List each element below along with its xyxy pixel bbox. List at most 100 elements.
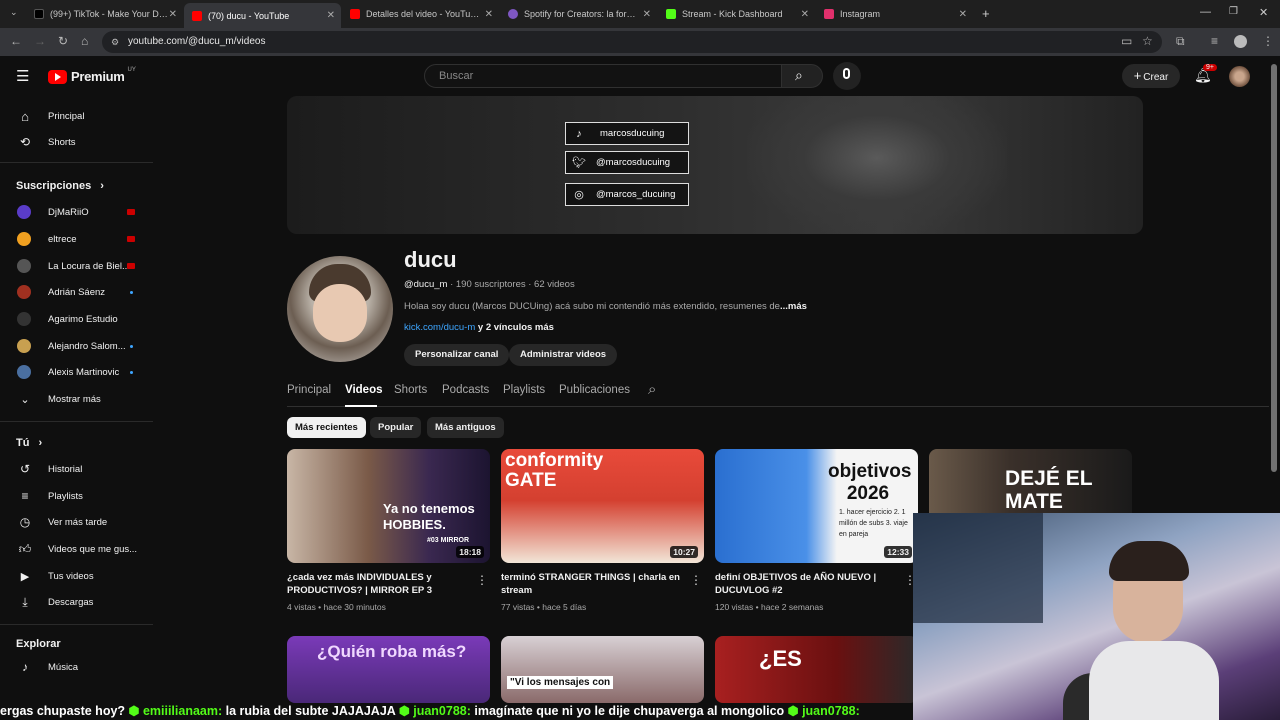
sidebar-item-ver-mas-tarde[interactable]: ◷ Ver más tarde xyxy=(0,509,155,535)
search-button[interactable]: ⌕ xyxy=(781,64,823,88)
watch-later-icon: ◷ xyxy=(19,515,31,529)
close-icon[interactable]: ✕ xyxy=(801,9,809,20)
home-browser-icon[interactable]: ⌂ xyxy=(81,34,88,48)
sidebar-sub-agarimo[interactable]: Agarimo Estudio xyxy=(0,306,155,332)
sidebar-item-descargas[interactable]: ⤓ Descargas xyxy=(0,589,155,615)
video-title[interactable]: ¿cada vez más INDIVIDUALES y PRODUCTIVOS… xyxy=(287,571,472,597)
sidebar-sub-alejandro[interactable]: Alejandro Salom... xyxy=(0,333,155,359)
minimize-icon[interactable]: — xyxy=(1200,6,1211,18)
close-icon[interactable]: ✕ xyxy=(485,9,493,20)
channel-search-icon[interactable]: ⌕ xyxy=(648,381,656,398)
channel-links[interactable]: kick.com/ducu-m y 2 vínculos más xyxy=(404,322,554,333)
microphone-icon xyxy=(843,68,850,79)
video-title[interactable]: definí OBJETIVOS de AÑO NUEVO | DUCUVLOG… xyxy=(715,571,900,597)
close-icon[interactable]: ✕ xyxy=(327,10,335,21)
more-options-icon[interactable]: ⋮ xyxy=(690,573,702,587)
live-icon xyxy=(127,236,135,242)
social-link-tiktok[interactable]: ♪ marcosducuing xyxy=(565,122,689,145)
channel-tabs: Principal Videos Shorts Podcasts Playlis… xyxy=(287,376,1269,407)
close-icon[interactable]: ✕ xyxy=(169,9,177,20)
video-thumbnail[interactable]: ¿ES xyxy=(715,636,918,703)
active-tab-indicator xyxy=(345,405,377,407)
new-tab-icon[interactable]: + xyxy=(982,6,990,21)
tab-principal[interactable]: Principal xyxy=(287,384,331,396)
close-window-icon[interactable]: ✕ xyxy=(1259,6,1268,19)
chip-mas-antiguos[interactable]: Más antiguos xyxy=(427,417,504,438)
channel-avatar xyxy=(17,259,31,273)
search-input[interactable]: Buscar xyxy=(424,64,782,88)
account-avatar[interactable] xyxy=(1229,66,1250,87)
forward-icon[interactable]: → xyxy=(34,34,46,48)
streamer-shirt xyxy=(1089,641,1219,720)
sidebar-sub-djmariio[interactable]: DjMaRiiO xyxy=(0,199,155,225)
sidebar-item-shorts[interactable]: ⟲ Shorts xyxy=(0,129,155,155)
chat-username: juan0788: xyxy=(802,704,860,718)
sidebar-sub-la-locura[interactable]: La Locura de Biel... xyxy=(0,253,155,279)
maximize-icon[interactable]: ❐ xyxy=(1229,6,1238,17)
chip-mas-recientes[interactable]: Más recientes xyxy=(287,417,366,438)
manage-videos-button[interactable]: Administrar videos xyxy=(509,344,618,366)
sidebar-item-playlists[interactable]: ≡ Playlists xyxy=(0,483,155,509)
sidebar-sub-eltrece[interactable]: eltrece xyxy=(0,226,155,252)
back-icon[interactable]: ← xyxy=(10,34,22,48)
video-title[interactable]: terminó STRANGER THINGS | charla en stre… xyxy=(501,571,686,597)
browser-tab-spotify[interactable]: Spotify for Creators: la forma m ✕ xyxy=(500,3,657,25)
tab-shorts[interactable]: Shorts xyxy=(394,384,427,396)
browser-tab-instagram[interactable]: Instagram ✕ xyxy=(816,3,973,25)
chip-popular[interactable]: Popular xyxy=(370,417,422,438)
more-options-icon[interactable]: ⋮ xyxy=(476,573,488,587)
bookmark-star-icon[interactable]: ☆ xyxy=(1142,34,1153,48)
browser-tab-youtube[interactable]: (70) ducu - YouTube ✕ xyxy=(184,3,341,28)
browser-tab-tiktok[interactable]: (99+) TikTok - Make Your Day ✕ xyxy=(26,3,183,25)
tab-publicaciones[interactable]: Publicaciones xyxy=(559,384,630,396)
sidebar-item-principal[interactable]: ⌂ Principal xyxy=(0,103,155,129)
sidebar-item-historial[interactable]: ↺ Historial xyxy=(0,456,155,482)
social-link-twitter[interactable]: 🐦︎ @marcosducuing xyxy=(565,151,689,174)
video-thumbnail[interactable]: Ya no tenemos HOBBIES. #03 MIRROR 18:18 xyxy=(287,449,490,563)
profile-icon[interactable] xyxy=(1234,35,1247,48)
tab-playlists[interactable]: Playlists xyxy=(503,384,545,396)
cast-icon[interactable]: ▭ xyxy=(1121,34,1132,48)
voice-search-button[interactable] xyxy=(833,62,861,90)
hamburger-menu-icon[interactable]: ☰ xyxy=(16,67,29,85)
video-thumbnail[interactable]: "Vi los mensajes con xyxy=(501,636,704,703)
close-icon[interactable]: ✕ xyxy=(959,9,967,20)
video-card[interactable]: Ya no tenemos HOBBIES. #03 MIRROR 18:18 … xyxy=(287,449,490,612)
sidebar-item-liked-videos[interactable]: 👍︎ Videos que me gus... xyxy=(0,536,155,562)
extensions-icon[interactable]: ⧉ xyxy=(1176,34,1185,49)
video-card[interactable]: conformity GATE 10:27 terminó STRANGER T… xyxy=(501,449,704,612)
tab-search-chevron-icon[interactable]: ⌄ xyxy=(10,7,18,18)
sidebar-sub-adrian-saenz[interactable]: Adrián Sáenz xyxy=(0,279,155,305)
thumbnail-text: DEJÉ EL MATE xyxy=(1005,467,1093,513)
sidebar-sub-alexis[interactable]: Alexis Martinovic xyxy=(0,359,155,385)
tab-search-icon[interactable]: ≡ xyxy=(1211,34,1218,48)
you-heading[interactable]: Tú › xyxy=(16,437,42,449)
sidebar-show-more[interactable]: ⌄ Mostrar más xyxy=(0,386,155,412)
browser-tab-studio[interactable]: Detalles del video - YouTube St ✕ xyxy=(342,3,499,25)
close-icon[interactable]: ✕ xyxy=(643,9,651,20)
video-thumbnail[interactable]: conformity GATE 10:27 xyxy=(501,449,704,563)
page-scrollbar[interactable] xyxy=(1271,64,1277,472)
more-link[interactable]: ...más xyxy=(780,301,807,312)
video-thumbnail[interactable]: objetivos 2026 1. hacer ejercicio 2. 1 m… xyxy=(715,449,918,563)
channel-avatar-large[interactable] xyxy=(287,256,393,362)
history-icon: ↺ xyxy=(19,462,31,476)
sidebar-item-musica[interactable]: ♪ Música xyxy=(0,654,155,680)
create-button[interactable]: + Crear xyxy=(1122,64,1180,88)
sidebar-item-tus-videos[interactable]: ▶ Tus videos xyxy=(0,563,155,589)
tab-podcasts[interactable]: Podcasts xyxy=(442,384,489,396)
subscriptions-heading[interactable]: Suscripciones › xyxy=(16,180,104,192)
reload-icon[interactable]: ↻ xyxy=(58,34,68,48)
browser-tab-kick[interactable]: Stream - Kick Dashboard ✕ xyxy=(658,3,815,25)
channel-description[interactable]: Holaa soy ducu (Marcos DUCUing) acá subo… xyxy=(404,301,807,312)
tab-videos[interactable]: Videos xyxy=(345,384,383,396)
youtube-logo[interactable]: Premium UY xyxy=(48,67,136,84)
video-thumbnail[interactable]: ¿Quién roba más? xyxy=(287,636,490,703)
video-card[interactable]: objetivos 2026 1. hacer ejercicio 2. 1 m… xyxy=(715,449,918,612)
browser-menu-icon[interactable]: ⋮ xyxy=(1262,34,1274,48)
customize-channel-button[interactable]: Personalizar canal xyxy=(404,344,510,366)
url-field[interactable]: ⚙ youtube.com/@ducu_m/videos xyxy=(102,31,1162,53)
site-info-icon[interactable]: ⚙ xyxy=(111,31,119,53)
social-link-instagram[interactable]: ◎ @marcos_ducuing xyxy=(565,183,689,206)
kick-link[interactable]: kick.com/ducu-m xyxy=(404,322,475,333)
